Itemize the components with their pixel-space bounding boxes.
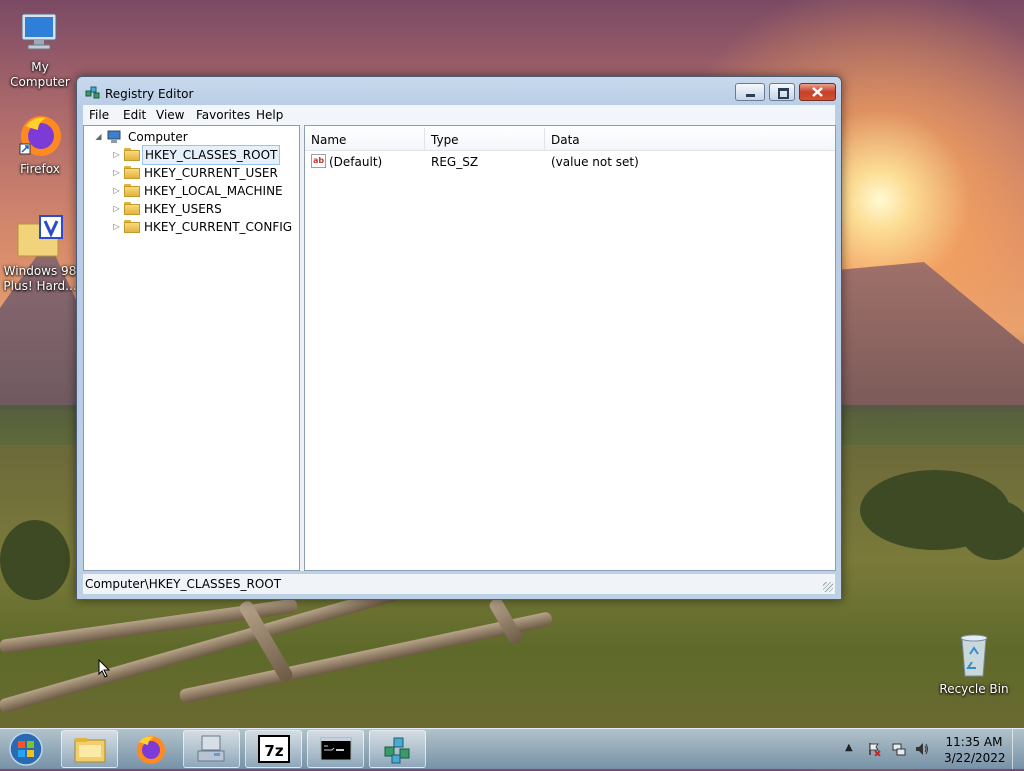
- tree-item-label: HKEY_CLASSES_ROOT: [142, 145, 281, 165]
- folder-icon: [124, 202, 140, 215]
- background-mountain-right: [842, 262, 1024, 412]
- firefox-icon: [137, 736, 165, 764]
- desktop-icon-label: My Computer: [10, 60, 70, 89]
- minimize-button[interactable]: [735, 83, 765, 101]
- value-data: (value not set): [551, 155, 639, 169]
- show-desktop-button[interactable]: [1012, 729, 1024, 769]
- desktop-icon-firefox[interactable]: Firefox: [0, 112, 80, 177]
- folder-icon: [124, 148, 140, 161]
- folder-shortcut-icon: [16, 214, 64, 262]
- taskbar-registry-editor[interactable]: [369, 730, 426, 768]
- resize-grip-icon[interactable]: [823, 582, 833, 592]
- show-hidden-icons-chevron-icon[interactable]: ▲: [845, 742, 853, 753]
- menu-view[interactable]: View: [156, 108, 184, 122]
- windows-logo-icon: [9, 732, 43, 766]
- registry-editor-window[interactable]: Registry Editor File Edit View Favorites…: [76, 76, 842, 600]
- column-header-type[interactable]: Type: [425, 128, 545, 150]
- desktop-icon-my-computer[interactable]: My Computer: [0, 10, 80, 90]
- tree-item-label: Computer: [128, 130, 188, 144]
- values-list-pane[interactable]: Name Type Data ab (Default) REG_SZ (valu…: [304, 125, 836, 571]
- menu-help[interactable]: Help: [256, 108, 283, 122]
- collapse-icon[interactable]: ◢: [94, 132, 103, 141]
- menu-edit[interactable]: Edit: [123, 108, 146, 122]
- network-icon[interactable]: [892, 742, 906, 756]
- key-tree-pane[interactable]: ◢ Computer ▷ HKEY_CLASSES_ROOT ▷ HKEY_CU…: [83, 125, 300, 571]
- tree-item-label: HKEY_USERS: [144, 202, 222, 216]
- status-path: Computer\HKEY_CLASSES_ROOT: [85, 577, 282, 591]
- menu-favorites[interactable]: Favorites: [196, 108, 250, 122]
- folder-icon: [124, 220, 140, 233]
- firefox-icon: [16, 112, 64, 160]
- folder-icon: [74, 738, 106, 763]
- tree-item-label: HKEY_CURRENT_CONFIG: [144, 220, 293, 234]
- window-title: Registry Editor: [105, 87, 194, 101]
- maximize-icon: [778, 88, 789, 99]
- close-button[interactable]: [799, 83, 836, 101]
- registry-editor-icon: [85, 85, 101, 101]
- desktop-icon-windows98-plus[interactable]: Windows 98 Plus! Hard...: [0, 214, 80, 294]
- recycle-bin-icon: [950, 632, 998, 680]
- system-clock[interactable]: 11:35 AM 3/22/2022: [944, 734, 1006, 766]
- value-type: REG_SZ: [431, 155, 479, 169]
- maximize-button[interactable]: [769, 83, 795, 101]
- taskbar-command-prompt[interactable]: [307, 730, 364, 768]
- taskbar: 7z ▲ 11:35 AM 3/22/2022: [0, 728, 1024, 769]
- folder-icon: [124, 184, 140, 197]
- desktop-icon-label: Windows 98 Plus! Hard...: [3, 264, 77, 293]
- expand-icon[interactable]: ▷: [112, 204, 121, 213]
- start-button[interactable]: [4, 730, 48, 768]
- computer-icon: [16, 10, 64, 58]
- menu-file[interactable]: File: [89, 108, 109, 122]
- background-fence: [178, 611, 554, 704]
- taskbar-network-computer[interactable]: [183, 730, 240, 768]
- background-bush: [0, 520, 70, 600]
- taskbar-7zip[interactable]: 7z: [245, 730, 302, 768]
- minimize-icon: [746, 94, 755, 97]
- desktop-icon-label: Firefox: [20, 162, 60, 176]
- action-center-flag-icon[interactable]: [867, 742, 881, 756]
- column-header-name[interactable]: Name: [305, 128, 425, 150]
- background-bush: [960, 500, 1024, 560]
- desktop-icon-label: Recycle Bin: [939, 682, 1009, 696]
- title-bar[interactable]: Registry Editor: [77, 77, 841, 105]
- taskbar-file-explorer[interactable]: [61, 730, 118, 768]
- expand-icon[interactable]: ▷: [112, 150, 121, 159]
- tree-item-label: HKEY_LOCAL_MACHINE: [144, 184, 283, 198]
- clock-time: 11:35 AM: [945, 735, 1003, 749]
- string-value-icon: ab: [311, 154, 326, 168]
- volume-icon[interactable]: [915, 742, 929, 756]
- taskbar-firefox[interactable]: [122, 730, 179, 768]
- tree-item-label: HKEY_CURRENT_USER: [144, 166, 278, 180]
- close-icon: [812, 87, 823, 97]
- computer-icon: [106, 130, 122, 144]
- status-bar: Computer\HKEY_CLASSES_ROOT: [83, 573, 835, 594]
- mouse-cursor-icon: [98, 659, 111, 678]
- svg-text:7z: 7z: [264, 742, 283, 760]
- registry-editor-icon: [384, 737, 410, 764]
- expand-icon[interactable]: ▷: [112, 222, 121, 231]
- value-name: (Default): [329, 155, 383, 169]
- clock-date: 3/22/2022: [944, 751, 1006, 765]
- 7zip-icon: 7z: [258, 735, 290, 763]
- command-prompt-icon: [320, 737, 352, 761]
- desktop-icon-recycle-bin[interactable]: Recycle Bin: [934, 632, 1014, 697]
- folder-icon: [124, 166, 140, 179]
- expand-icon[interactable]: ▷: [112, 186, 121, 195]
- expand-icon[interactable]: ▷: [112, 168, 121, 177]
- network-computer-icon: [197, 735, 225, 762]
- menu-bar: File Edit View Favorites Help: [83, 105, 835, 125]
- column-header-data[interactable]: Data: [545, 128, 835, 150]
